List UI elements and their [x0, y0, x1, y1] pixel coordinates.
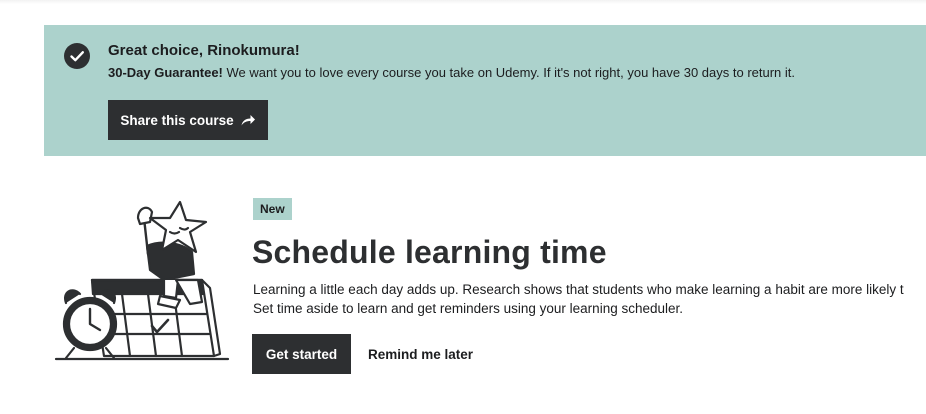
schedule-description: Learning a little each day adds up. Rese…	[253, 280, 926, 318]
share-arrow-icon	[240, 113, 256, 127]
guarantee-description: We want you to love every course you tak…	[222, 65, 796, 80]
schedule-title: Schedule learning time	[252, 234, 607, 270]
schedule-illustration	[52, 196, 232, 366]
remind-me-later-button[interactable]: Remind me later	[361, 334, 480, 374]
share-course-button[interactable]: Share this course	[108, 100, 268, 140]
purchase-confirmation-banner: Great choice, Rinokumura! 30-Day Guarant…	[44, 25, 926, 156]
guarantee-text: 30-Day Guarantee! We want you to love ev…	[108, 65, 795, 80]
get-started-button[interactable]: Get started	[252, 334, 351, 374]
banner-title: Great choice, Rinokumura!	[108, 42, 300, 59]
guarantee-label: 30-Day Guarantee!	[108, 65, 223, 80]
top-divider	[0, 0, 926, 4]
share-button-label: Share this course	[120, 112, 234, 128]
schedule-description-line-1: Learning a little each day adds up. Rese…	[253, 282, 904, 297]
new-badge: New	[253, 198, 292, 220]
check-circle-icon	[64, 43, 90, 69]
schedule-description-line-2: Set time aside to learn and get reminder…	[253, 301, 683, 316]
